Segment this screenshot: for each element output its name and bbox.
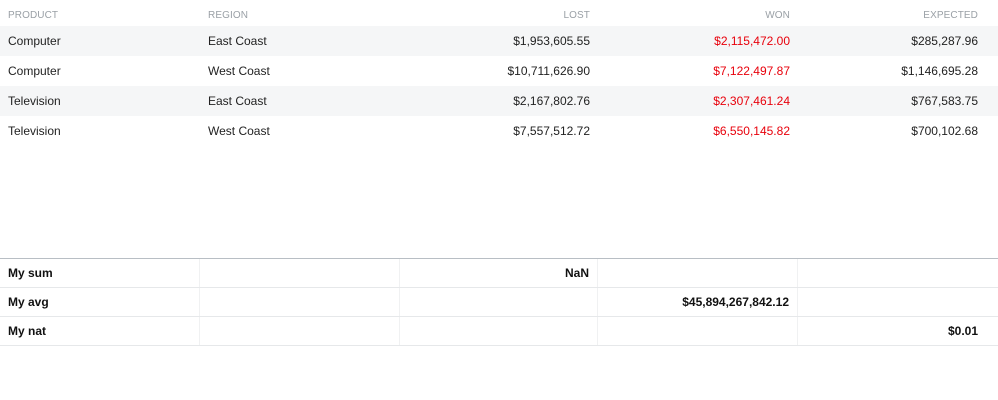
footer-row-avg: My avg $45,894,267,842.12	[0, 288, 998, 317]
cell-won: $2,307,461.24	[713, 94, 790, 108]
grid-footer: My sum NaN My avg $45,894,267,842.12 My …	[0, 258, 998, 346]
footer-cell-lost	[400, 288, 598, 316]
cell-product: Computer	[8, 64, 61, 78]
column-header-region[interactable]: REGION	[200, 10, 400, 21]
cell-won: $6,550,145.82	[713, 124, 790, 138]
column-header-expected[interactable]: EXPECTED	[798, 10, 998, 21]
cell-won: $2,115,472.00	[714, 34, 790, 48]
grid-header-row: PRODUCT REGION LOST WON EXPECTED	[0, 0, 998, 26]
cell-lost: $2,167,802.76	[513, 94, 590, 108]
footer-cell-expected	[798, 288, 998, 316]
cell-product: Computer	[8, 34, 61, 48]
footer-cell-region	[200, 317, 400, 345]
data-grid: PRODUCT REGION LOST WON EXPECTED Compute…	[0, 0, 998, 146]
cell-region: East Coast	[208, 94, 267, 108]
footer-label: My avg	[0, 288, 200, 316]
table-row[interactable]: Computer West Coast $10,711,626.90 $7,12…	[0, 56, 998, 86]
cell-region: West Coast	[208, 64, 270, 78]
column-header-lost[interactable]: LOST	[400, 10, 598, 21]
footer-label: My nat	[0, 317, 200, 345]
cell-product: Television	[8, 124, 61, 138]
cell-won: $7,122,497.87	[713, 64, 790, 78]
cell-lost: $7,557,512.72	[513, 124, 590, 138]
cell-expected: $285,287.96	[911, 34, 978, 48]
cell-lost: $1,953,605.55	[513, 34, 590, 48]
column-header-product[interactable]: PRODUCT	[0, 10, 200, 21]
footer-cell-region	[200, 288, 400, 316]
cell-region: West Coast	[208, 124, 270, 138]
footer-cell-lost: NaN	[400, 259, 598, 287]
table-row[interactable]: Television West Coast $7,557,512.72 $6,5…	[0, 116, 998, 146]
table-row[interactable]: Television East Coast $2,167,802.76 $2,3…	[0, 86, 998, 116]
table-row[interactable]: Computer East Coast $1,953,605.55 $2,115…	[0, 26, 998, 56]
footer-cell-won: $45,894,267,842.12	[598, 288, 798, 316]
footer-cell-won	[598, 317, 798, 345]
footer-row-sum: My sum NaN	[0, 259, 998, 288]
column-header-won[interactable]: WON	[598, 10, 798, 21]
cell-region: East Coast	[208, 34, 267, 48]
footer-cell-expected: $0.01	[947, 324, 978, 338]
cell-expected: $767,583.75	[911, 94, 978, 108]
cell-product: Television	[8, 94, 61, 108]
cell-lost: $10,711,626.90	[507, 64, 590, 78]
footer-cell-lost	[400, 317, 598, 345]
footer-cell-expected	[798, 259, 998, 287]
footer-cell-region	[200, 259, 400, 287]
footer-cell-won	[598, 259, 798, 287]
footer-label: My sum	[0, 259, 200, 287]
footer-row-nat: My nat $0.01	[0, 317, 998, 346]
cell-expected: $700,102.68	[911, 124, 978, 138]
cell-expected: $1,146,695.28	[901, 64, 978, 78]
